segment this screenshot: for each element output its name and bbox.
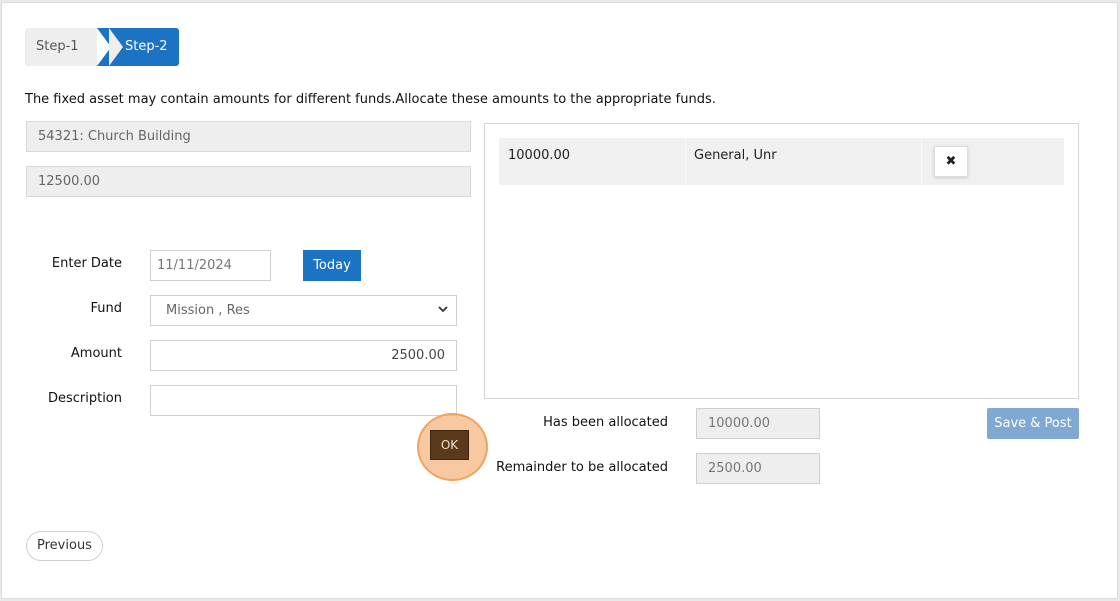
asset-total-field: 12500.00 bbox=[26, 166, 471, 197]
allocated-label: Has been allocated bbox=[543, 415, 668, 430]
allocation-fund: General, Unr bbox=[685, 138, 921, 185]
previous-button[interactable]: Previous bbox=[26, 531, 103, 561]
fund-select[interactable]: Mission , Res bbox=[150, 295, 457, 326]
save-and-post-button[interactable]: Save & Post bbox=[987, 408, 1079, 439]
enter-date-label: Enter Date bbox=[51, 256, 122, 271]
description-input[interactable] bbox=[150, 385, 457, 416]
fund-label: Fund bbox=[90, 301, 123, 316]
remainder-label: Remainder to be allocated bbox=[496, 460, 668, 475]
chevron-down-icon bbox=[438, 306, 448, 313]
today-button[interactable]: Today bbox=[303, 250, 361, 281]
amount-label: Amount bbox=[70, 346, 122, 361]
allocation-actions: ✖ bbox=[921, 138, 1064, 185]
remainder-value-field: 2500.00 bbox=[696, 453, 820, 484]
amount-input[interactable]: 2500.00 bbox=[150, 340, 457, 371]
fund-allocation-panel: Step-1 Step-2 The fixed asset may contai… bbox=[1, 2, 1118, 599]
allocations-table: 10000.00 General, Unr ✖ bbox=[484, 123, 1079, 399]
ok-button[interactable]: OK bbox=[430, 430, 469, 460]
intro-text: The fixed asset may contain amounts for … bbox=[25, 92, 716, 107]
fund-selected-value: Mission , Res bbox=[166, 303, 250, 318]
table-row: 10000.00 General, Unr ✖ bbox=[499, 138, 1064, 185]
description-label: Description bbox=[47, 391, 122, 406]
asset-name-field: 54321: Church Building bbox=[26, 121, 471, 152]
allocated-value-field: 10000.00 bbox=[696, 408, 820, 439]
enter-date-input[interactable]: 11/11/2024 bbox=[150, 250, 271, 281]
allocation-amount: 10000.00 bbox=[508, 148, 571, 163]
remove-allocation-button[interactable]: ✖ bbox=[934, 146, 968, 177]
close-icon: ✖ bbox=[945, 154, 957, 169]
